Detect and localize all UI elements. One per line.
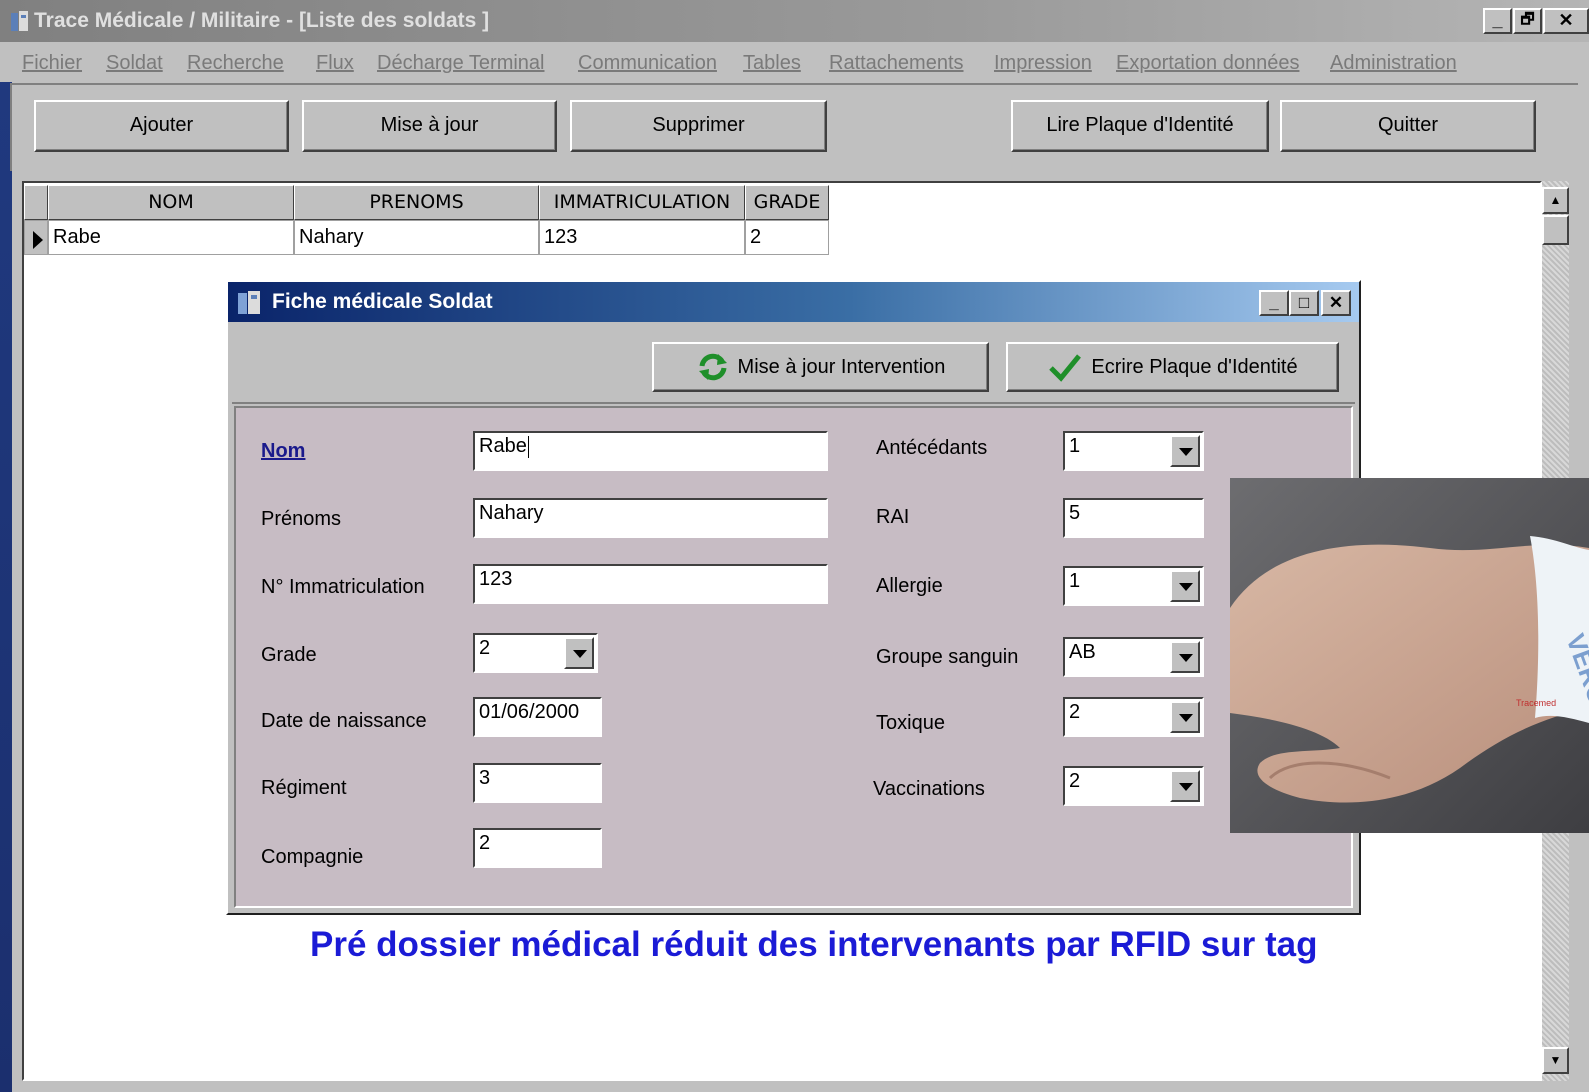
toxique-value: 2: [1069, 701, 1081, 723]
chevron-down-icon[interactable]: [1170, 701, 1200, 733]
dialog-maximize-button[interactable]: □: [1289, 290, 1319, 316]
vaccinations-select[interactable]: 2: [1063, 766, 1204, 806]
menu-exportation[interactable]: Exportation données: [1116, 52, 1299, 75]
main-titlebar: Trace Médicale / Militaire - [Liste des …: [0, 0, 1589, 42]
table-row-cell-grade[interactable]: 2: [745, 220, 829, 255]
rfid-wristband-photo: VERO Tracemed: [1230, 478, 1589, 833]
grade-value: 2: [479, 637, 491, 659]
menu-rattachements[interactable]: Rattachements: [829, 52, 964, 75]
minimize-button[interactable]: _: [1483, 8, 1512, 34]
nom-value: Rabe: [479, 435, 527, 457]
menu-impression[interactable]: Impression: [994, 52, 1092, 75]
row-selector-icon[interactable]: [24, 220, 48, 255]
checkmark-icon: [1049, 354, 1082, 382]
grid-header-immatriculation[interactable]: IMMATRICULATION: [539, 185, 745, 220]
date-naissance-input[interactable]: 01/06/2000: [473, 697, 602, 737]
menu-recherche[interactable]: Recherche: [187, 52, 284, 75]
label-groupe-sanguin: Groupe sanguin: [876, 646, 1019, 668]
label-allergie: Allergie: [876, 575, 943, 597]
label-toxique: Toxique: [876, 712, 945, 734]
chevron-down-icon[interactable]: [1170, 435, 1200, 467]
app-icon: [11, 11, 28, 31]
immatriculation-input[interactable]: 123: [473, 564, 828, 604]
update-intervention-label: Mise à jour Intervention: [737, 355, 946, 378]
slide-caption: Pré dossier médical réduit des intervena…: [310, 925, 1318, 964]
update-button[interactable]: Mise à jour: [302, 100, 557, 152]
text-caret: [527, 435, 529, 458]
dialog-close-button[interactable]: ✕: [1321, 290, 1351, 316]
close-button[interactable]: ✕: [1543, 8, 1589, 34]
table-row-cell-prenoms[interactable]: Nahary: [294, 220, 539, 255]
scroll-down-arrow-icon[interactable]: ▼: [1542, 1047, 1569, 1074]
dialog-app-icon: [238, 291, 260, 314]
add-button-label: Ajouter: [129, 114, 194, 136]
write-tag-label: Ecrire Plaque d'Identité: [1091, 355, 1298, 378]
chevron-down-icon[interactable]: [1170, 641, 1200, 673]
menu-decharge-terminal[interactable]: Décharge Terminal: [377, 52, 545, 75]
label-vaccinations: Vaccinations: [873, 778, 985, 800]
label-date-naissance: Date de naissance: [261, 710, 427, 732]
table-row-cell-immatriculation[interactable]: 123: [539, 220, 745, 255]
chevron-down-icon[interactable]: [1170, 770, 1200, 802]
delete-button-label: Supprimer: [652, 114, 745, 136]
label-rai: RAI: [876, 506, 910, 528]
read-tag-button-label: Lire Plaque d'Identité: [1046, 114, 1234, 136]
grid-header-nom[interactable]: NOM: [48, 185, 294, 220]
menu-flux[interactable]: Flux: [316, 52, 354, 75]
grid-header-grade[interactable]: GRADE: [745, 185, 829, 220]
chevron-down-icon[interactable]: [564, 637, 594, 669]
write-tag-button[interactable]: Ecrire Plaque d'Identité: [1006, 342, 1339, 392]
label-compagnie: Compagnie: [261, 846, 364, 868]
menu-tables[interactable]: Tables: [743, 52, 801, 75]
regiment-input[interactable]: 3: [473, 763, 602, 803]
restore-button[interactable]: 🗗: [1513, 8, 1542, 34]
label-immatriculation: N° Immatriculation: [261, 576, 425, 598]
antecedants-select[interactable]: 1: [1063, 431, 1204, 471]
grid-corner: [24, 185, 48, 220]
quit-button[interactable]: Quitter: [1280, 100, 1536, 152]
menu-communication[interactable]: Communication: [578, 52, 717, 75]
toxique-select[interactable]: 2: [1063, 697, 1204, 737]
groupe-sanguin-select[interactable]: AB: [1063, 637, 1204, 677]
grid-header-prenoms[interactable]: PRENOMS: [294, 185, 539, 220]
scroll-thumb[interactable]: [1542, 215, 1569, 245]
band-small-text: Tracemed: [1516, 698, 1556, 708]
label-regiment: Régiment: [261, 777, 347, 799]
delete-button[interactable]: Supprimer: [570, 100, 827, 152]
grade-select[interactable]: 2: [473, 633, 598, 673]
refresh-icon: [698, 353, 727, 381]
menu-administration[interactable]: Administration: [1330, 52, 1457, 75]
rai-input[interactable]: 5: [1063, 498, 1204, 538]
compagnie-input[interactable]: 2: [473, 828, 602, 868]
read-tag-button[interactable]: Lire Plaque d'Identité: [1011, 100, 1269, 152]
chevron-down-icon[interactable]: [1170, 570, 1200, 602]
antecedants-value: 1: [1069, 435, 1081, 457]
dialog-titlebar: Fiche médicale Soldat _ □ ✕: [228, 282, 1359, 322]
allergie-value: 1: [1069, 570, 1081, 592]
vaccinations-value: 2: [1069, 770, 1081, 792]
dialog-minimize-button[interactable]: _: [1259, 290, 1289, 316]
quit-button-label: Quitter: [1377, 114, 1439, 136]
label-prenoms: Prénoms: [261, 508, 342, 530]
prenoms-input[interactable]: Nahary: [473, 498, 828, 538]
groupe-sanguin-value: AB: [1069, 641, 1096, 663]
nom-input[interactable]: Rabe: [473, 431, 828, 471]
update-button-label: Mise à jour: [380, 114, 479, 136]
scroll-up-arrow-icon[interactable]: ▲: [1542, 187, 1569, 214]
menu-soldat[interactable]: Soldat: [106, 52, 163, 75]
menu-fichier[interactable]: Fichier: [22, 52, 82, 75]
label-grade: Grade: [261, 644, 317, 666]
window-title: Trace Médicale / Militaire - [Liste des …: [34, 9, 490, 32]
label-antecedants: Antécédants: [876, 437, 988, 459]
add-button[interactable]: Ajouter: [34, 100, 289, 152]
dialog-title: Fiche médicale Soldat: [272, 290, 493, 313]
menubar: Fichier Soldat Recherche Flux Décharge T…: [0, 42, 1589, 82]
update-intervention-button[interactable]: Mise à jour Intervention: [652, 342, 989, 392]
table-row-cell-nom[interactable]: Rabe: [48, 220, 294, 255]
allergie-select[interactable]: 1: [1063, 566, 1204, 606]
label-nom: Nom: [261, 440, 306, 462]
